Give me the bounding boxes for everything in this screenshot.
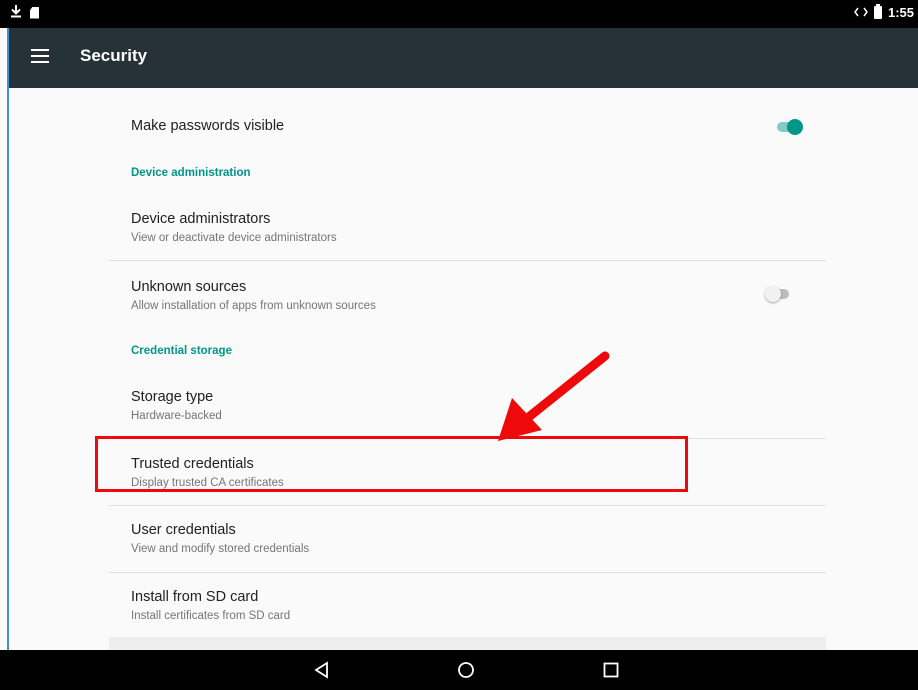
back-icon[interactable] [312, 660, 332, 680]
android-screen: 1:55 Security Make passwords visible Dev… [0, 0, 918, 690]
recents-icon[interactable] [601, 660, 621, 680]
home-icon[interactable] [456, 660, 476, 680]
setting-summary: Install certificates from SD card [131, 610, 291, 622]
clock: 1:55 [887, 5, 914, 20]
app-bar: Security [9, 28, 918, 88]
setting-summary: View or deactivate device administrators [131, 232, 337, 244]
unknown-sources-toggle[interactable] [765, 286, 793, 302]
hamburger-menu-icon[interactable] [31, 49, 49, 63]
setting-title: User credentials [131, 522, 236, 538]
setting-title: Install from SD card [131, 589, 259, 605]
list-end-shadow [109, 637, 826, 650]
battery-icon [873, 4, 882, 19]
settings-list: Make passwords visible Device administra… [109, 88, 826, 650]
setting-install-from-sd-card[interactable]: Install from SD card Install certificate… [109, 573, 826, 637]
setting-summary: Hardware-backed [131, 410, 222, 422]
window-edge [7, 0, 9, 650]
page-title: Security [80, 46, 148, 65]
sync-icon [854, 5, 868, 20]
setting-summary: View and modify stored credentials [131, 543, 310, 555]
navigation-bar [0, 650, 918, 690]
setting-title: Make passwords visible [131, 118, 285, 134]
status-bar: 1:55 [0, 0, 918, 28]
setting-title: Storage type [131, 389, 214, 405]
setting-make-passwords-visible[interactable]: Make passwords visible [109, 102, 826, 146]
pointer-arrow-icon [498, 351, 610, 441]
setting-storage-type[interactable]: Storage type Hardware-backed [109, 371, 826, 438]
setting-unknown-sources[interactable]: Unknown sources Allow installation of ap… [109, 261, 826, 329]
download-icon [10, 4, 22, 21]
setting-title: Device administrators [131, 211, 271, 227]
section-header-device-administration: Device administration [131, 167, 251, 179]
setting-title: Unknown sources [131, 279, 247, 295]
setting-device-administrators[interactable]: Device administrators View or deactivate… [109, 192, 826, 260]
section-header-credential-storage: Credential storage [131, 345, 232, 357]
setting-summary: Allow installation of apps from unknown … [131, 300, 376, 312]
sd-card-icon [30, 6, 39, 19]
setting-user-credentials[interactable]: User credentials View and modify stored … [109, 506, 826, 572]
make-passwords-visible-toggle[interactable] [775, 119, 803, 135]
